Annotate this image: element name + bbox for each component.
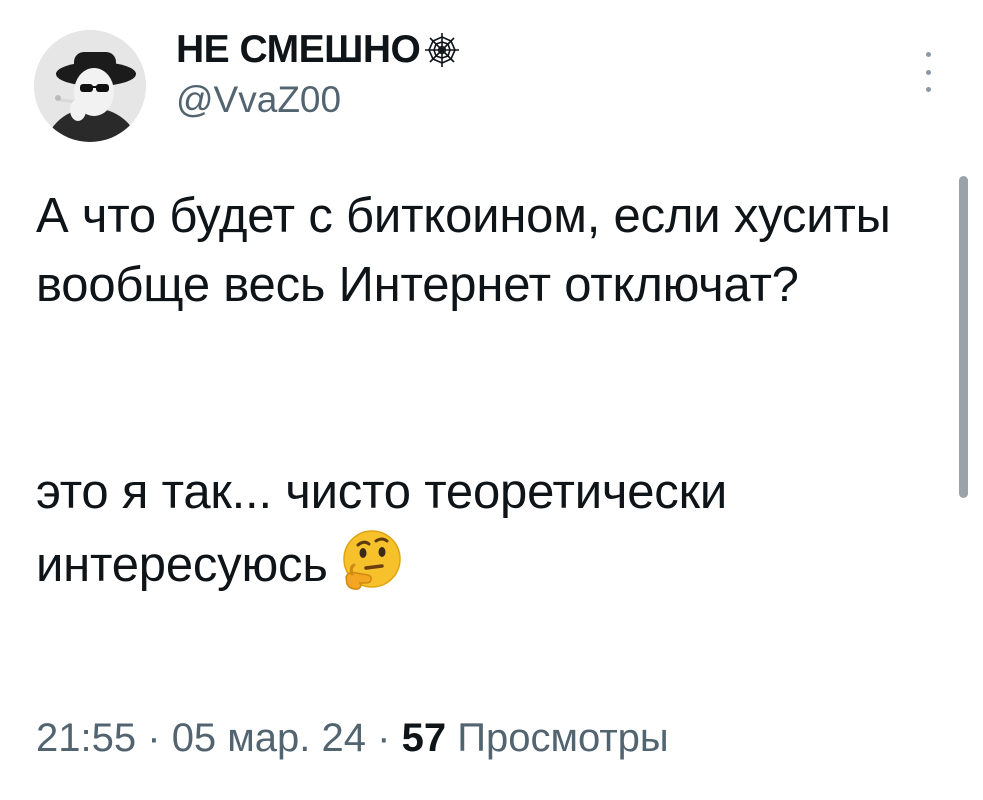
- views-count[interactable]: 57: [402, 716, 447, 760]
- tweet-paragraph: А что будет с биткоином, если хуситы воо…: [36, 189, 891, 312]
- views-label[interactable]: Просмотры: [457, 716, 668, 760]
- more-dot: [925, 87, 931, 92]
- tweet-text: А что будет с биткоином, если хуситы воо…: [36, 182, 941, 600]
- author-name-row[interactable]: НЕ СМЕШНО: [176, 26, 462, 74]
- thinking-face-emoji: [342, 530, 401, 590]
- avatar-image: [34, 30, 146, 142]
- tweet-meta: 21:55 · 05 мар. 24 · 57 Просмотры: [36, 712, 669, 764]
- more-dot: [925, 69, 931, 75]
- spider-web-icon: [425, 33, 460, 67]
- tweet-time[interactable]: 21:55: [36, 716, 136, 760]
- tweet-date[interactable]: 05 мар. 24: [172, 716, 366, 760]
- more-dot: [925, 52, 931, 57]
- author-display-name[interactable]: НЕ СМЕШНО: [176, 26, 421, 74]
- more-vertical-icon[interactable]: [916, 52, 940, 92]
- tweet-paragraph-2: это я так... чисто теоретически интересу…: [36, 458, 941, 600]
- author-handle[interactable]: @VvaZ00: [176, 76, 341, 124]
- scrollbar[interactable]: [959, 176, 968, 498]
- avatar[interactable]: [34, 30, 146, 142]
- meta-separator: ·: [147, 716, 161, 760]
- meta-separator: ·: [377, 716, 391, 760]
